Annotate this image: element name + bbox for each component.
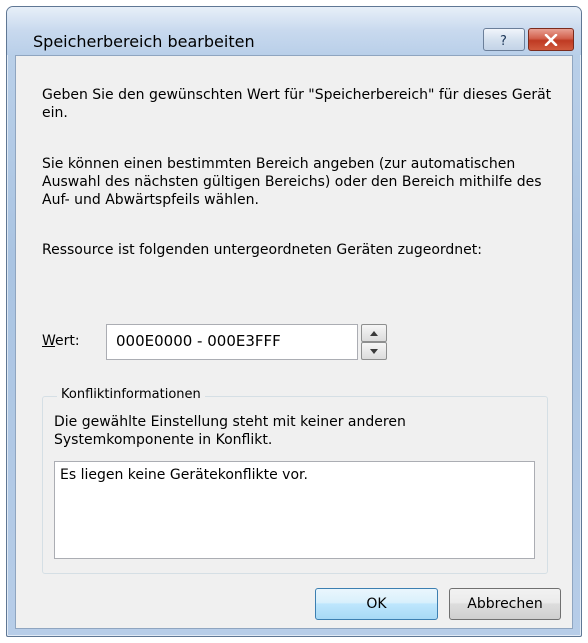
value-label-rest: ert: bbox=[55, 333, 80, 349]
svg-text:?: ? bbox=[500, 34, 507, 48]
value-label: Wert: bbox=[42, 333, 80, 349]
help-button[interactable]: ? bbox=[483, 28, 525, 51]
value-label-accelerator: W bbox=[42, 333, 56, 349]
close-button[interactable] bbox=[528, 28, 574, 51]
instructions-text: Sie können einen bestimmten Bereich ange… bbox=[42, 156, 542, 208]
conflict-info-group: Konfliktinformationen Die gewählte Einst… bbox=[42, 387, 548, 574]
cancel-button[interactable]: Abbrechen bbox=[449, 588, 561, 620]
help-icon: ? bbox=[500, 34, 507, 48]
arrow-up-icon bbox=[370, 330, 378, 336]
title-bar[interactable]: Speicherbereich bearbeiten ? bbox=[7, 7, 581, 55]
ok-button[interactable]: OK bbox=[315, 588, 438, 620]
conflict-list[interactable]: Es liegen keine Gerätekonflikte vor. bbox=[54, 461, 535, 559]
window-title: Speicherbereich bearbeiten bbox=[33, 32, 255, 51]
spin-down-button[interactable] bbox=[361, 342, 387, 360]
dialog-window: Speicherbereich bearbeiten ? Geben Sie d… bbox=[6, 6, 582, 637]
value-input[interactable]: 000E0000 - 000E3FFF bbox=[106, 324, 358, 360]
resource-note-text: Ressource ist folgenden untergeordneten … bbox=[42, 242, 482, 258]
dialog-client-area: Geben Sie den gewünschten Wert für "Spei… bbox=[15, 55, 573, 629]
spin-up-button[interactable] bbox=[361, 324, 387, 342]
conflict-description: Die gewählte Einstellung steht mit keine… bbox=[54, 414, 406, 448]
conflict-info-legend: Konfliktinformationen bbox=[57, 387, 205, 402]
value-spinner[interactable] bbox=[361, 324, 387, 360]
arrow-down-icon bbox=[370, 348, 378, 354]
close-icon bbox=[544, 33, 558, 46]
intro-text: Geben Sie den gewünschten Wert für "Spei… bbox=[42, 87, 552, 121]
